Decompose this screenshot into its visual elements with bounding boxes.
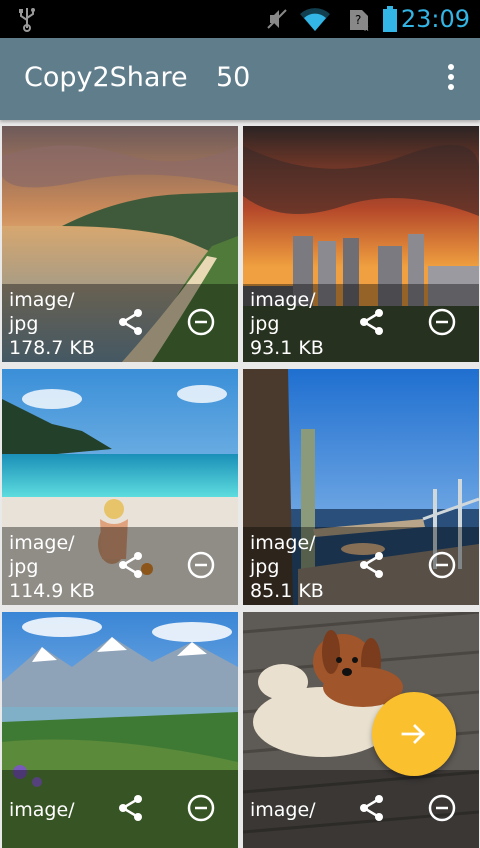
share-icon[interactable] (357, 307, 387, 337)
wifi-icon (300, 8, 330, 31)
next-fab-button[interactable] (372, 692, 456, 776)
remove-circle-icon[interactable] (186, 793, 216, 823)
remove-circle-icon[interactable] (427, 793, 457, 823)
mute-icon (267, 9, 287, 29)
usb-icon (19, 8, 35, 32)
image-card[interactable]: image/ jpg 114.9 KB (2, 369, 238, 605)
remove-circle-icon[interactable] (186, 307, 216, 337)
share-icon[interactable] (357, 793, 387, 823)
remove-circle-icon[interactable] (186, 550, 216, 580)
share-icon[interactable] (116, 307, 146, 337)
app-title: Copy2Share (24, 62, 188, 93)
mime-type-label: image/ (250, 799, 316, 821)
mime-type-label: image/ jpg (9, 532, 75, 578)
image-card[interactable]: image/ (2, 612, 238, 848)
remove-circle-icon[interactable] (427, 307, 457, 337)
image-card[interactable]: image/ jpg 93.1 KB (243, 126, 479, 362)
app-bar: Copy2Share 50 (0, 38, 480, 120)
overflow-menu-icon[interactable] (444, 64, 458, 96)
arrow-forward-icon (401, 724, 425, 744)
mime-type-label: image/ (9, 799, 75, 821)
file-size-label: 93.1 KB (250, 337, 324, 359)
svg-text:?: ? (355, 13, 361, 27)
svg-text:x: x (364, 24, 369, 32)
mime-type-label: image/ jpg (250, 532, 316, 578)
share-icon[interactable] (116, 793, 146, 823)
file-size-label: 85.1 KB (250, 580, 324, 602)
file-size-label: 178.7 KB (9, 337, 95, 359)
sim-icon: ? x (350, 10, 369, 32)
status-bar: ? x 23:09 (0, 0, 480, 38)
share-icon[interactable] (357, 550, 387, 580)
status-time: 23:09 (400, 5, 470, 33)
file-size-label: 114.9 KB (9, 580, 95, 602)
image-card[interactable]: image/ jpg 85.1 KB (243, 369, 479, 605)
mime-type-label: image/ jpg (9, 289, 75, 335)
share-icon[interactable] (116, 550, 146, 580)
image-card[interactable]: image/ jpg 178.7 KB (2, 126, 238, 362)
mime-type-label: image/ jpg (250, 289, 316, 335)
remove-circle-icon[interactable] (427, 550, 457, 580)
battery-icon (383, 6, 397, 32)
item-count: 50 (216, 62, 251, 93)
